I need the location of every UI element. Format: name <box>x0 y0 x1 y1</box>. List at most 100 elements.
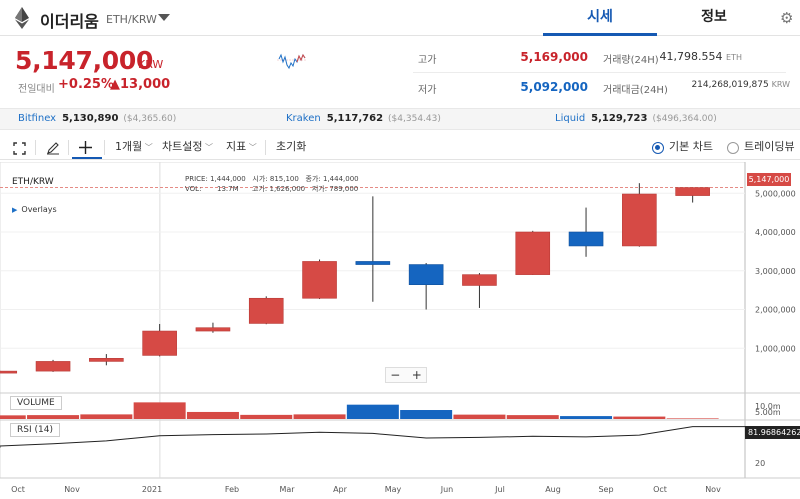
volume-bar <box>400 410 453 419</box>
coin-pair: ETH/KRW <box>106 13 157 26</box>
candle-info-box: PRICE: 1,444,000 시가: 815,100 종가: 1,444,0… <box>185 175 359 193</box>
candle-body <box>89 358 124 362</box>
x-tick-label: Jul <box>494 485 505 494</box>
rsi-panel-label: RSI (14) <box>10 423 60 437</box>
crosshair-active-indicator <box>72 157 102 159</box>
x-tick-label: Feb <box>225 485 239 494</box>
candlestick-chart-svg: 1,000,000 2,000,000 3,000,000 4,000,000 5,00… <box>0 162 800 494</box>
volume-bar <box>133 402 186 419</box>
chart-toolbar: 1개월 ﹀ 차트설정 ﹀ 지표 ﹀ 초기화 기본 차트 트레이딩뷰 <box>0 136 800 160</box>
top-header: 이더리움 ETH/KRW 시세 정보 ⚙ <box>0 0 800 36</box>
ethereum-logo-icon <box>15 7 29 29</box>
toolbar-separator <box>35 140 36 155</box>
zoom-in-button[interactable]: + <box>412 368 422 382</box>
volume-bar <box>346 404 399 419</box>
x-tick-label: Jun <box>440 485 454 494</box>
x-tick-label: May <box>385 485 402 494</box>
volume-bar <box>453 414 506 419</box>
zoom-control: − + <box>385 367 427 383</box>
candle-body <box>408 264 444 286</box>
exchange-bar: Bitfinex 5,130,890 ($4,365.60) Kraken 5,117… <box>0 108 800 130</box>
candle-body <box>35 361 71 372</box>
rsi-line <box>0 426 745 448</box>
toolbar-separator <box>265 140 266 155</box>
volume-bar <box>27 415 80 419</box>
radio-basic-label[interactable]: 기본 차트 <box>669 138 713 154</box>
x-tick-label: Sep <box>598 485 613 494</box>
volume-bar <box>560 416 613 419</box>
y-tick-label: 3,000,000 <box>755 267 796 276</box>
period-select[interactable]: 1개월 ﹀ <box>115 138 153 154</box>
volume-bar <box>240 414 293 419</box>
x-tick-label: Aug <box>545 485 561 494</box>
last-price-badge: 5,147,000 <box>747 173 791 186</box>
rsi-tick-label: 20 <box>755 459 765 468</box>
price-chart[interactable]: 1,000,000 2,000,000 3,000,000 4,000,000 5,00… <box>0 162 800 499</box>
gear-icon[interactable]: ⚙ <box>780 9 793 27</box>
x-tick-label: 2021 <box>142 485 162 494</box>
candle-body <box>515 231 551 275</box>
candle-body <box>675 187 710 196</box>
candle-body <box>462 274 497 286</box>
toolbar-separator <box>104 140 105 155</box>
pencil-icon[interactable] <box>46 141 60 155</box>
volume-bar <box>613 416 666 419</box>
candle-body <box>622 193 657 247</box>
zoom-out-button[interactable]: − <box>390 368 400 382</box>
y-tick-label: 1,000,000 <box>755 344 796 353</box>
change-percent: +0.25% <box>58 77 114 92</box>
rsi-value-badge: 81.96864262 <box>745 426 800 439</box>
low-label: 저가 <box>418 85 437 96</box>
current-price: 5,147,000 <box>15 46 154 75</box>
x-tick-label: Mar <box>279 485 295 494</box>
x-tick-label: Oct <box>11 485 25 494</box>
change-label: 전일대비 <box>18 84 55 95</box>
candle-body <box>248 297 284 324</box>
y-tick-label: 2,000,000 <box>755 306 796 315</box>
change-amount: ▲13,000 <box>110 77 171 92</box>
tab-info[interactable]: 정보 <box>657 0 771 36</box>
volume-bar <box>186 411 239 419</box>
radio-basic-chart[interactable] <box>652 142 664 154</box>
expand-icon[interactable] <box>13 142 26 155</box>
candle-body <box>195 327 231 332</box>
candle-body <box>355 261 391 265</box>
chart-pair-label: ETH/KRW <box>12 177 54 187</box>
overlays-toggle[interactable]: ▶ Overlays <box>12 205 57 214</box>
exchange-bitfinex[interactable]: Bitfinex 5,130,890 ($4,365.60) <box>18 113 176 124</box>
candle-body <box>568 231 604 247</box>
stats-divider <box>413 72 786 73</box>
volume-bar <box>666 418 719 419</box>
radio-tradingview-label[interactable]: 트레이딩뷰 <box>744 138 795 154</box>
trade-value: 214,268,019,875 KRW <box>691 80 790 90</box>
high-label: 고가 <box>418 55 437 66</box>
y-tick-label: 5,000,000 <box>755 189 796 198</box>
x-tick-label: Oct <box>653 485 667 494</box>
x-tick-label: Nov <box>64 485 80 494</box>
volume-value: 41,798.554 ETH <box>659 50 742 63</box>
candle-body <box>142 330 177 356</box>
crosshair-icon[interactable] <box>78 140 93 155</box>
mini-sparkline <box>277 53 307 70</box>
coin-name: 이더리움 <box>40 12 99 31</box>
exchange-kraken[interactable]: Kraken 5,117,762 ($4,354.43) <box>286 113 441 124</box>
exchange-liquid[interactable]: Liquid 5,129,723 ($496,364.00) <box>555 113 717 124</box>
x-tick-label: Nov <box>705 485 721 494</box>
candle-body <box>302 261 337 299</box>
tab-market[interactable]: 시세 <box>543 0 657 36</box>
indicators-menu[interactable]: 지표 ﹀ <box>226 138 257 154</box>
low-value: 5,092,000 <box>520 80 588 94</box>
volume-tick-label: 5.00m <box>755 408 781 417</box>
volume-bar <box>293 414 346 419</box>
volume-bar <box>506 415 559 419</box>
volume-panel-label: VOLUME <box>10 396 62 410</box>
volume-bar <box>80 414 133 419</box>
toolbar-separator <box>68 140 69 155</box>
radio-tradingview[interactable] <box>727 142 739 154</box>
caret-down-icon[interactable] <box>158 14 170 21</box>
chart-settings-menu[interactable]: 차트설정 ﹀ <box>162 138 213 154</box>
volume-bar <box>0 415 26 419</box>
reset-button[interactable]: 초기화 <box>276 138 306 154</box>
y-tick-label: 4,000,000 <box>755 228 796 237</box>
x-tick-label: Apr <box>333 485 348 494</box>
